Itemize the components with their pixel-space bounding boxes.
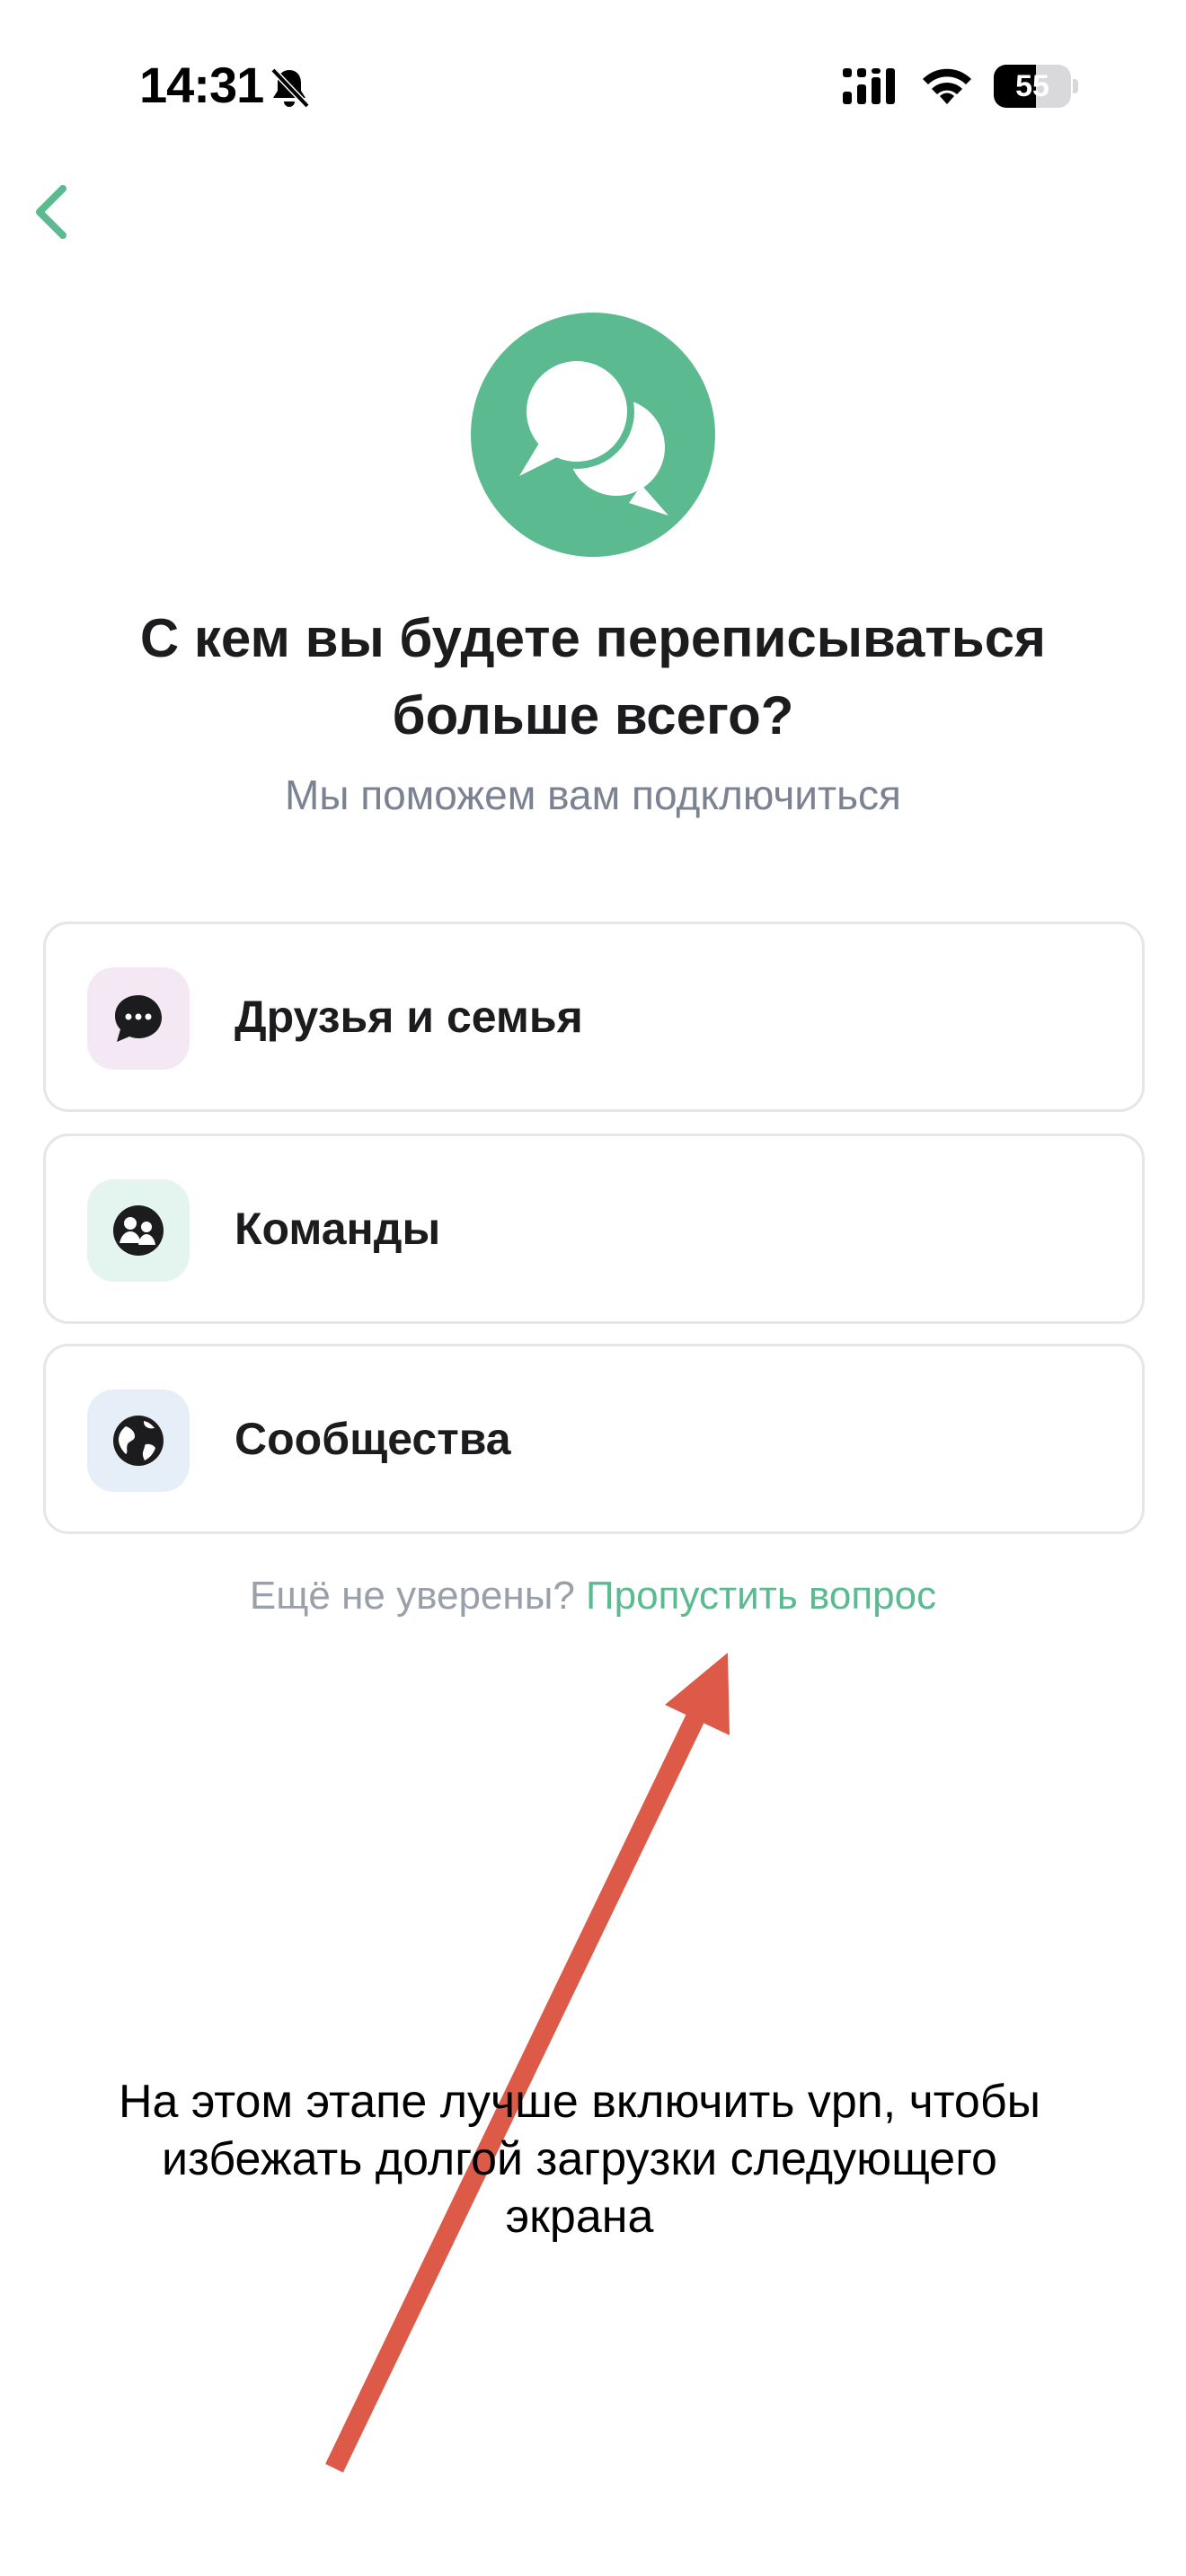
option-label: Сообщества: [235, 1414, 511, 1464]
option-icon-tile: [87, 1389, 190, 1492]
option-icon-tile: [87, 967, 190, 1070]
option-label: Друзья и семья: [235, 992, 583, 1042]
people-icon: [113, 1205, 164, 1256]
battery-level: 55: [1015, 69, 1049, 103]
bell-muted-icon: [270, 67, 310, 109]
page-subtitle: Мы поможем вам подключиться: [285, 772, 901, 818]
hero-icon-circle: [471, 313, 715, 557]
skip-prompt: Ещё не уверены?: [249, 1574, 575, 1618]
page-title: С кем вы будете переписываться больше вс…: [139, 608, 1047, 745]
skip-row: Ещё не уверены? Пропустить вопрос: [54, 1574, 1132, 1619]
back-button[interactable]: [27, 180, 81, 243]
option-icon-tile: [87, 1179, 190, 1282]
cellular-signal-icon: [843, 68, 895, 104]
option-teams[interactable]: Команды: [43, 1134, 1145, 1324]
chat-bubbles-icon: [519, 354, 668, 516]
globe-icon: [113, 1416, 164, 1466]
status-bar: 14:31 55: [0, 0, 1186, 171]
wifi-icon: [923, 68, 971, 104]
chat-dots-icon: [115, 995, 162, 1042]
annotation-note: На этом этапе лучше включить vpn, чтобы …: [118, 2076, 1041, 2243]
chevron-left-icon: [36, 185, 66, 239]
skip-question-link[interactable]: Пропустить вопрос: [586, 1574, 936, 1618]
option-friends-family[interactable]: Друзья и семья: [43, 922, 1145, 1112]
option-label: Команды: [235, 1204, 441, 1254]
option-communities[interactable]: Сообщества: [43, 1344, 1145, 1534]
status-time: 14:31: [139, 57, 264, 113]
battery-icon: 55: [994, 65, 1078, 108]
